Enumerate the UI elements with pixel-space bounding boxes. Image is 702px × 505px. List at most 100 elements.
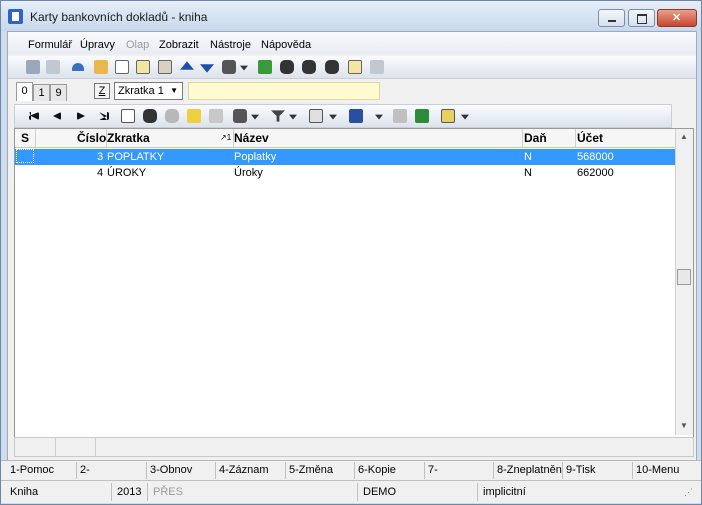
- title-bar[interactable]: Karty bankovních dokladů - kniha: [1, 1, 701, 31]
- refresh-icon[interactable]: [121, 109, 135, 123]
- binoculars-icon[interactable]: [280, 60, 294, 74]
- tab-1[interactable]: 1: [33, 84, 50, 101]
- column-header-dan[interactable]: Daň: [524, 131, 547, 145]
- first-record-icon[interactable]: [29, 112, 39, 120]
- arrow-up-icon[interactable]: [180, 61, 194, 70]
- cell-nazev: Úroky: [234, 167, 263, 179]
- table-row[interactable]: 4 ÚROKY Úroky N 662000: [15, 165, 675, 181]
- columns-icon[interactable]: [309, 109, 323, 123]
- window-title: Karty bankovních dokladů - kniha: [30, 10, 208, 24]
- status-mode: PŘES: [153, 486, 183, 498]
- table-row[interactable]: 3 POPLATKY Poplatky N 568000: [15, 149, 675, 165]
- status-year: 2013: [117, 486, 142, 498]
- menu-zobrazit[interactable]: Zobrazit: [159, 39, 199, 51]
- resize-grip-icon[interactable]: ⋰: [684, 487, 693, 498]
- fkey-8[interactable]: 8-Zneplatněn: [497, 464, 562, 476]
- index-select-value: Zkratka 1: [118, 85, 164, 97]
- column-header-zkratka[interactable]: Zkratka: [107, 131, 150, 145]
- status-module: Kniha: [10, 486, 39, 498]
- close-button[interactable]: [657, 9, 697, 27]
- binoculars-all-icon[interactable]: [325, 60, 339, 74]
- fkey-9[interactable]: 9-Tisk: [566, 464, 596, 476]
- excel-export-icon[interactable]: [415, 109, 429, 123]
- grid-toolbar: [14, 104, 672, 128]
- list-disabled-icon[interactable]: [393, 109, 407, 123]
- status-bar: Kniha 2013 PŘES DEMO implicitní ⋰: [1, 480, 701, 503]
- grid-camera-dropdown-icon[interactable]: [251, 114, 259, 120]
- prev-record-icon[interactable]: [53, 112, 61, 120]
- filter-z-button[interactable]: Z: [94, 83, 110, 99]
- edit-disabled-icon[interactable]: [370, 60, 384, 74]
- camera-dropdown-icon[interactable]: [240, 65, 248, 71]
- open-folder-icon[interactable]: [94, 60, 108, 74]
- quick-search-input[interactable]: [188, 82, 380, 100]
- fkey-3[interactable]: 3-Obnov: [150, 464, 192, 476]
- menu-upravy[interactable]: Úpravy: [80, 39, 115, 51]
- maximize-button[interactable]: [628, 9, 655, 27]
- save-icon[interactable]: [26, 60, 40, 74]
- summary-bar: [14, 437, 694, 457]
- column-header-ucet[interactable]: Účet: [577, 131, 603, 145]
- application-window: Karty bankovních dokladů - kniha Formulá…: [0, 0, 702, 505]
- undo-icon[interactable]: [72, 63, 84, 71]
- status-database: DEMO: [363, 486, 396, 498]
- fkey-1[interactable]: 1-Pomoc: [10, 464, 54, 476]
- cell-cislo: 4: [97, 167, 104, 179]
- cell-nazev: Poplatky: [234, 151, 277, 163]
- filter-dropdown-icon[interactable]: [289, 114, 297, 120]
- minimize-button[interactable]: [598, 9, 625, 27]
- column-header-cislo[interactable]: Číslo: [77, 131, 106, 145]
- column-header-nazev[interactable]: Název: [234, 131, 269, 145]
- scroll-up-icon[interactable]: ▲: [680, 132, 688, 141]
- tab-9[interactable]: 9: [50, 84, 67, 101]
- form-view-dropdown-icon[interactable]: [461, 114, 469, 120]
- sort-az-icon[interactable]: [349, 109, 363, 123]
- form-view-icon[interactable]: [441, 109, 455, 123]
- fkey-10[interactable]: 10-Menu: [636, 464, 679, 476]
- column-header-s[interactable]: S: [21, 131, 29, 145]
- menu-napoveda[interactable]: Nápověda: [261, 39, 311, 51]
- tree-icon[interactable]: [258, 60, 272, 74]
- menu-formular[interactable]: Formulář: [28, 39, 72, 51]
- arrow-down-icon[interactable]: [200, 64, 214, 73]
- fkey-5[interactable]: 5-Změna: [289, 464, 333, 476]
- fkey-4[interactable]: 4-Záznam: [219, 464, 269, 476]
- sort-indicator-icon: ↗1: [220, 133, 232, 142]
- cell-zkratka: POPLATKY: [107, 151, 165, 163]
- cell-cislo: 3: [97, 151, 104, 163]
- next-record-icon[interactable]: [77, 112, 85, 120]
- mail-icon[interactable]: [348, 60, 362, 74]
- copy-document-icon[interactable]: [136, 60, 150, 74]
- fkey-7[interactable]: 7-: [428, 464, 438, 476]
- camera-icon[interactable]: [222, 60, 236, 74]
- cell-zkratka: ÚROKY: [107, 167, 147, 179]
- scroll-down-icon[interactable]: ▼: [680, 421, 688, 430]
- app-icon: [8, 9, 23, 24]
- index-select[interactable]: Zkratka 1 ▼: [114, 82, 183, 100]
- filter-funnel-icon[interactable]: [271, 110, 285, 122]
- book-icon[interactable]: [158, 60, 172, 74]
- menu-olap[interactable]: Olap: [126, 39, 149, 51]
- scroll-thumb[interactable]: [677, 269, 691, 285]
- vertical-scrollbar[interactable]: ▲ ▼: [675, 129, 693, 435]
- sort-dropdown-icon[interactable]: [375, 114, 383, 120]
- save-close-icon[interactable]: [46, 60, 60, 74]
- client-area: Formulář Úpravy Olap Zobrazit Nástroje N…: [7, 31, 697, 501]
- menu-nastroje[interactable]: Nástroje: [210, 39, 251, 51]
- main-toolbar: [8, 56, 696, 79]
- fkey-6[interactable]: 6-Kopie: [358, 464, 396, 476]
- tab-0[interactable]: 0: [16, 82, 33, 101]
- grid-binoculars-disabled-icon[interactable]: [165, 109, 179, 123]
- grid-camera-icon[interactable]: [233, 109, 247, 123]
- binoculars-filter-icon[interactable]: [302, 60, 316, 74]
- new-document-icon[interactable]: [115, 60, 129, 74]
- fkey-2[interactable]: 2-: [80, 464, 90, 476]
- unmark-star-icon[interactable]: [209, 109, 223, 123]
- grid-binoculars-icon[interactable]: [143, 109, 157, 123]
- columns-dropdown-icon[interactable]: [329, 114, 337, 120]
- last-record-icon[interactable]: [99, 112, 109, 120]
- row-selector[interactable]: [16, 149, 34, 163]
- status-profile: implicitní: [483, 486, 526, 498]
- grid-header: S Číslo Zkratka ↗1 Název Daň Účet: [15, 129, 675, 148]
- mark-star-icon[interactable]: [187, 109, 201, 123]
